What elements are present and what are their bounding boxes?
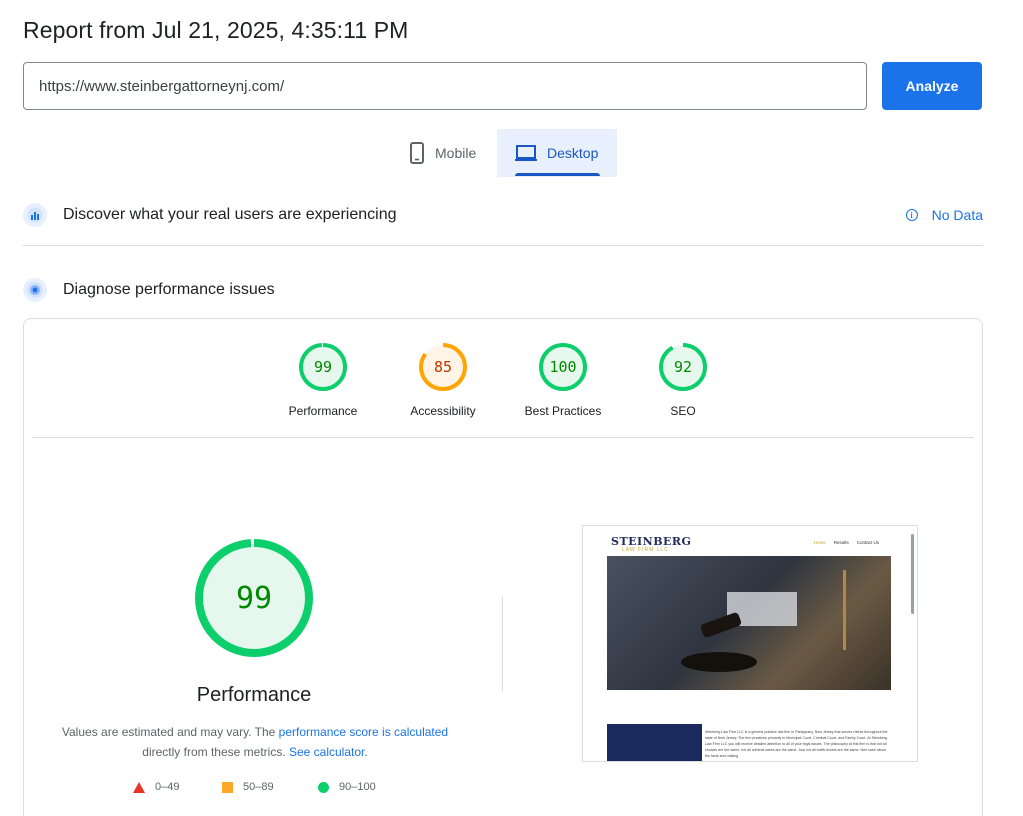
url-input[interactable] bbox=[23, 62, 867, 110]
gauge-label: SEO bbox=[670, 404, 696, 418]
estimate-note: Values are estimated and may vary. The p… bbox=[55, 722, 455, 762]
thumbnail-nav-item: Home bbox=[813, 540, 826, 545]
gauge-accessibility[interactable]: 85 Accessibility bbox=[398, 342, 488, 418]
gauge-ring: 99 bbox=[299, 343, 347, 391]
thumbnail-body-text: Steinberg Law Firm LLC is a general prac… bbox=[705, 730, 888, 758]
page-screenshot-thumbnail: STEINBERG LAW FIRM LLC Home Results Cont… bbox=[582, 525, 918, 762]
analyze-button[interactable]: Analyze bbox=[882, 62, 982, 110]
gauge-label: Performance bbox=[288, 404, 358, 418]
tab-desktop[interactable]: Desktop bbox=[497, 129, 617, 177]
score-calculated-link[interactable]: performance score is calculated bbox=[279, 725, 448, 739]
tab-selected-indicator bbox=[515, 173, 600, 176]
tab-mobile-label: Mobile bbox=[435, 145, 477, 161]
note-text: directly from these metrics. bbox=[142, 745, 289, 759]
legend-range: 0–49 bbox=[155, 781, 180, 793]
triangle-icon bbox=[133, 781, 145, 793]
note-text: Values are estimated and may vary. The bbox=[61, 725, 279, 739]
laptop-icon bbox=[515, 145, 537, 161]
phone-icon bbox=[410, 142, 424, 164]
legend-average: 50–89 bbox=[222, 781, 274, 793]
performance-big-gauge: 99 bbox=[195, 539, 313, 657]
users-chart-icon bbox=[23, 203, 47, 227]
no-data-status[interactable]: i No Data bbox=[905, 201, 983, 229]
thumbnail-nav-item: Results bbox=[833, 540, 849, 545]
radar-icon bbox=[23, 278, 47, 302]
report-title: Report from Jul 21, 2025, 4:35:11 PM bbox=[23, 17, 409, 43]
vertical-separator bbox=[502, 597, 503, 691]
gauge-score: 100 bbox=[549, 358, 576, 376]
field-data-header: Discover what your real users are experi… bbox=[23, 201, 983, 229]
see-calculator-link[interactable]: See calculator bbox=[289, 745, 364, 759]
performance-big-score: 99 bbox=[236, 581, 272, 616]
performance-title: Performance bbox=[196, 684, 312, 706]
gauge-label: Best Practices bbox=[524, 404, 602, 418]
gauge-seo[interactable]: 92 SEO bbox=[638, 342, 728, 418]
lab-data-title: Diagnose performance issues bbox=[63, 281, 275, 298]
field-data-title: Discover what your real users are experi… bbox=[63, 206, 397, 223]
tab-desktop-label: Desktop bbox=[547, 145, 599, 161]
thumbnail-scrollbar bbox=[911, 534, 914, 614]
circle-icon bbox=[318, 781, 329, 793]
thumbnail-logo-sub: LAW FIRM LLC bbox=[622, 547, 669, 553]
note-text: . bbox=[364, 745, 368, 759]
gauge-ring: 92 bbox=[659, 343, 707, 391]
thumbnail-navy-block bbox=[607, 724, 702, 761]
legend-fail: 0–49 bbox=[133, 781, 179, 793]
gavel-icon bbox=[699, 611, 743, 639]
scales-icon bbox=[843, 570, 846, 650]
gauge-ring: 85 bbox=[419, 343, 467, 391]
gauge-label: Accessibility bbox=[410, 404, 476, 418]
gauge-score: 85 bbox=[434, 358, 452, 376]
thumbnail-nav-item: Contact Us bbox=[856, 540, 879, 545]
section-divider bbox=[23, 245, 983, 246]
card-divider bbox=[32, 437, 974, 438]
thumbnail-nav: Home Results Contact Us bbox=[814, 540, 879, 545]
legend-range: 50–89 bbox=[243, 781, 274, 793]
gauge-performance[interactable]: 99 Performance bbox=[278, 342, 368, 418]
lab-data-header: Diagnose performance issues bbox=[23, 276, 983, 304]
gauge-best-practices[interactable]: 100 Best Practices bbox=[518, 342, 608, 418]
gauge-score: 92 bbox=[674, 358, 692, 376]
legend-range: 90–100 bbox=[339, 781, 376, 793]
square-icon bbox=[222, 781, 233, 793]
no-data-label: No Data bbox=[931, 207, 983, 223]
thumbnail-hero-image bbox=[607, 556, 891, 690]
gauge-score: 99 bbox=[314, 358, 332, 376]
legend-pass: 90–100 bbox=[318, 781, 376, 793]
gauge-ring: 100 bbox=[539, 343, 587, 391]
gavel-base bbox=[681, 652, 757, 672]
info-icon: i bbox=[905, 209, 918, 221]
tab-mobile[interactable]: Mobile bbox=[400, 129, 496, 177]
